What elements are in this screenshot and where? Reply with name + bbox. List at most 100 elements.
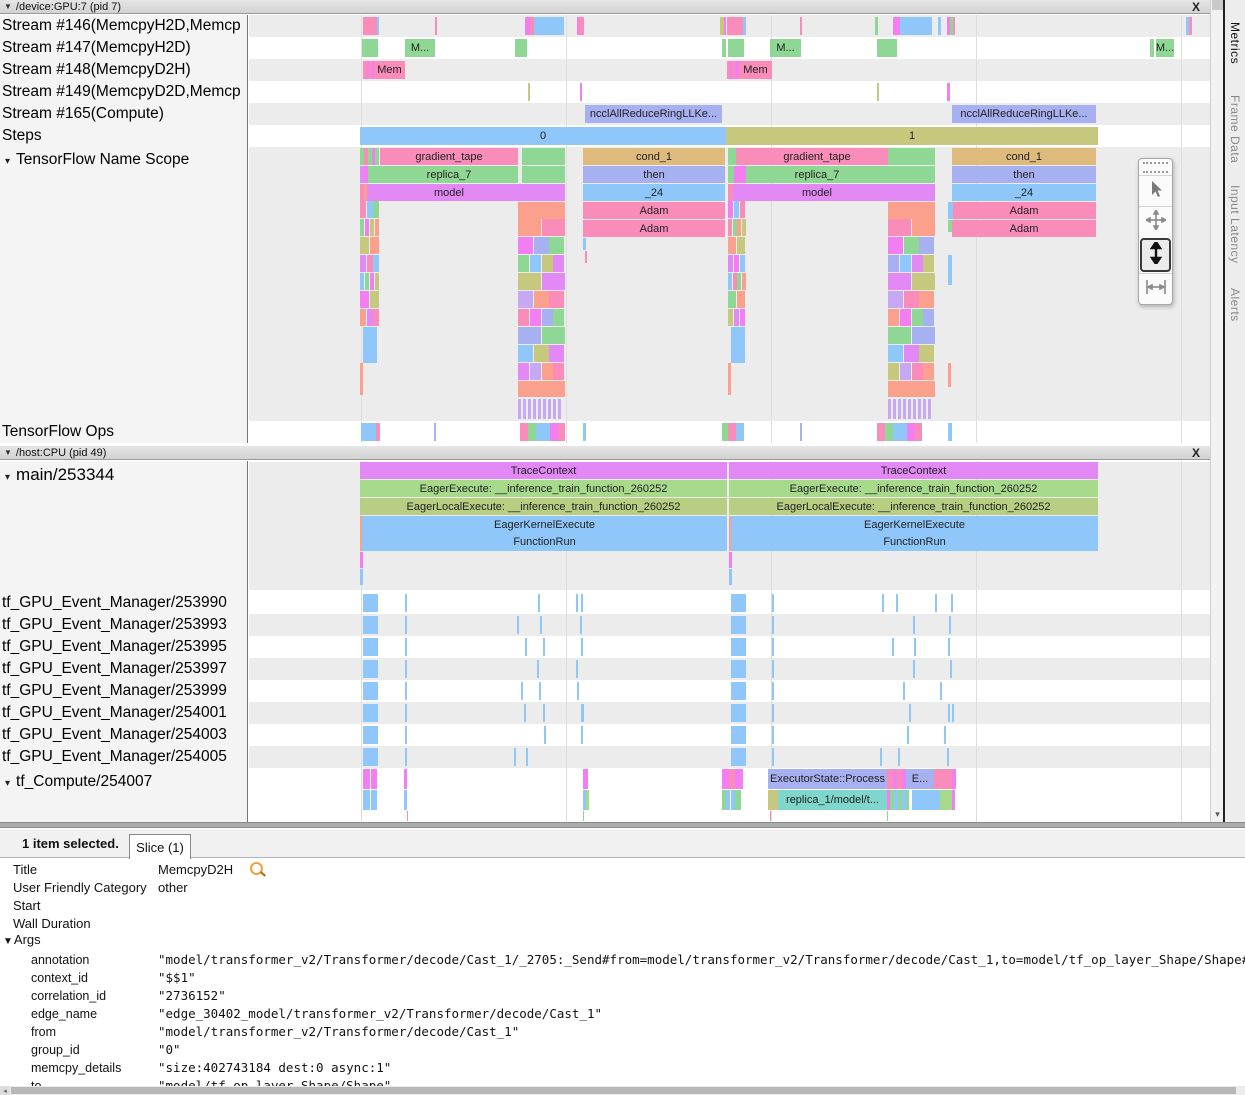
trace-event-block[interactable] [371, 769, 377, 789]
trace-event-block[interactable] [522, 148, 565, 165]
trace-event-block[interactable]: Mem [374, 61, 405, 79]
trace-event-block[interactable] [523, 399, 526, 419]
trace-event-block[interactable] [728, 423, 736, 441]
trace-event-block[interactable] [534, 345, 549, 362]
track-label-main-group[interactable]: ▾main/253344 [5, 465, 114, 485]
trace-event-block[interactable] [518, 363, 529, 380]
trace-event-block[interactable] [734, 201, 739, 218]
trace-event-block[interactable] [724, 17, 726, 35]
trace-event-block[interactable] [518, 345, 533, 362]
trace-event-block[interactable] [948, 363, 951, 387]
trace-event-block[interactable] [735, 769, 743, 789]
trace-event-block[interactable] [912, 273, 935, 290]
trace-event-block[interactable] [542, 273, 565, 290]
trace-event-block[interactable] [375, 148, 379, 165]
trace-event-block[interactable] [888, 166, 935, 183]
trace-event-block[interactable] [583, 423, 586, 441]
trace-event-block[interactable] [904, 291, 919, 308]
trace-event-block[interactable] [542, 327, 565, 344]
trace-event-block[interactable] [914, 638, 916, 656]
trace-event-block[interactable] [908, 399, 911, 419]
trace-event-block[interactable] [405, 726, 407, 744]
horizontal-scrollbar[interactable]: ◂ [0, 1086, 1245, 1095]
trace-event-block[interactable]: model [380, 184, 518, 201]
trace-event-block[interactable] [800, 17, 802, 35]
trace-event-block[interactable] [363, 790, 370, 810]
trace-event-block[interactable] [898, 399, 901, 419]
trace-event-block[interactable]: M... [770, 39, 801, 57]
trace-event-block[interactable] [542, 219, 565, 236]
trace-event-block[interactable] [934, 769, 952, 789]
trace-event-block[interactable] [898, 748, 900, 766]
trace-event-block[interactable] [912, 327, 935, 344]
trace-event-block[interactable] [928, 399, 931, 419]
collapse-triangle-icon[interactable]: ▼ [4, 448, 12, 457]
trace-event-block[interactable] [913, 660, 915, 678]
trace-event-block[interactable] [360, 237, 369, 254]
trace-event-block[interactable] [733, 184, 746, 201]
trace-event-block[interactable] [576, 594, 578, 612]
trace-event-block[interactable] [952, 790, 955, 810]
trace-event-block[interactable] [893, 17, 900, 35]
track-label-tf-compute[interactable]: ▾tf_Compute/254007 [5, 773, 152, 791]
trace-event-block[interactable] [877, 423, 885, 441]
trace-event-block[interactable] [742, 273, 746, 290]
trace-event-block[interactable]: EagerKernelExecute [731, 516, 1098, 533]
trace-event-block[interactable] [949, 616, 951, 634]
trace-event-block[interactable] [363, 327, 377, 363]
trace-event-block[interactable] [435, 17, 437, 35]
trace-event-block[interactable] [405, 638, 407, 656]
trace-event-block[interactable] [518, 237, 533, 254]
trace-event-block[interactable]: then [952, 166, 1096, 183]
trace-event-block[interactable] [877, 83, 879, 101]
trace-event-block[interactable] [583, 811, 584, 821]
trace-event-block[interactable] [549, 237, 564, 254]
trace-event-block[interactable] [521, 682, 523, 700]
trace-event-block[interactable] [525, 638, 527, 656]
trace-event-block[interactable] [940, 790, 952, 810]
trace-event-block[interactable] [727, 17, 743, 35]
trace-event-block[interactable] [913, 616, 915, 634]
trace-event-block[interactable] [880, 748, 882, 766]
trace-event-block[interactable] [728, 237, 736, 254]
trace-event-block[interactable] [947, 748, 949, 766]
trace-event-block[interactable]: cond_1 [952, 148, 1096, 165]
search-icon[interactable] [250, 862, 263, 875]
trace-event-block[interactable] [912, 363, 923, 380]
trace-event-block[interactable] [543, 638, 545, 656]
trace-event-block[interactable] [407, 811, 408, 821]
trace-event-block[interactable] [951, 594, 953, 612]
trace-event-block[interactable]: Adam [583, 220, 725, 237]
args-section-header[interactable]: ▼Args [3, 932, 403, 947]
trace-event-block[interactable] [514, 748, 516, 766]
trace-event-block[interactable] [770, 811, 771, 821]
trace-event-block[interactable] [553, 309, 564, 326]
zoom-tool-button[interactable] [1140, 238, 1171, 272]
trace-event-block[interactable] [907, 423, 915, 441]
trace-event-block[interactable] [538, 594, 540, 612]
trace-event-block[interactable] [530, 309, 541, 326]
trace-event-block[interactable] [904, 237, 919, 254]
trace-event-block[interactable] [373, 309, 379, 326]
trace-event-block[interactable] [528, 399, 531, 419]
trace-event-block[interactable] [728, 291, 736, 308]
trace-event-block[interactable] [900, 255, 911, 272]
trace-event-block[interactable] [375, 219, 379, 236]
trace-event-block[interactable] [360, 569, 363, 585]
trace-event-block[interactable]: 0 [360, 127, 726, 145]
trace-event-block[interactable] [919, 345, 934, 362]
close-icon[interactable]: X [1192, 446, 1200, 460]
trace-event-block[interactable] [520, 423, 528, 441]
trace-event-block[interactable] [734, 255, 739, 272]
trace-event-block[interactable] [543, 704, 545, 722]
trace-event-block[interactable] [912, 309, 923, 326]
trace-event-block[interactable] [772, 660, 774, 678]
trace-event-block[interactable] [581, 726, 583, 744]
trace-event-block[interactable]: replica_7 [380, 166, 518, 183]
trace-event-block[interactable] [948, 255, 952, 285]
trace-event-block[interactable] [909, 704, 911, 722]
trace-event-block[interactable]: replica_7 [746, 166, 888, 183]
trace-event-block[interactable] [888, 273, 911, 290]
trace-event-block[interactable] [737, 237, 745, 254]
trace-event-block[interactable]: FunctionRun [731, 533, 1098, 551]
